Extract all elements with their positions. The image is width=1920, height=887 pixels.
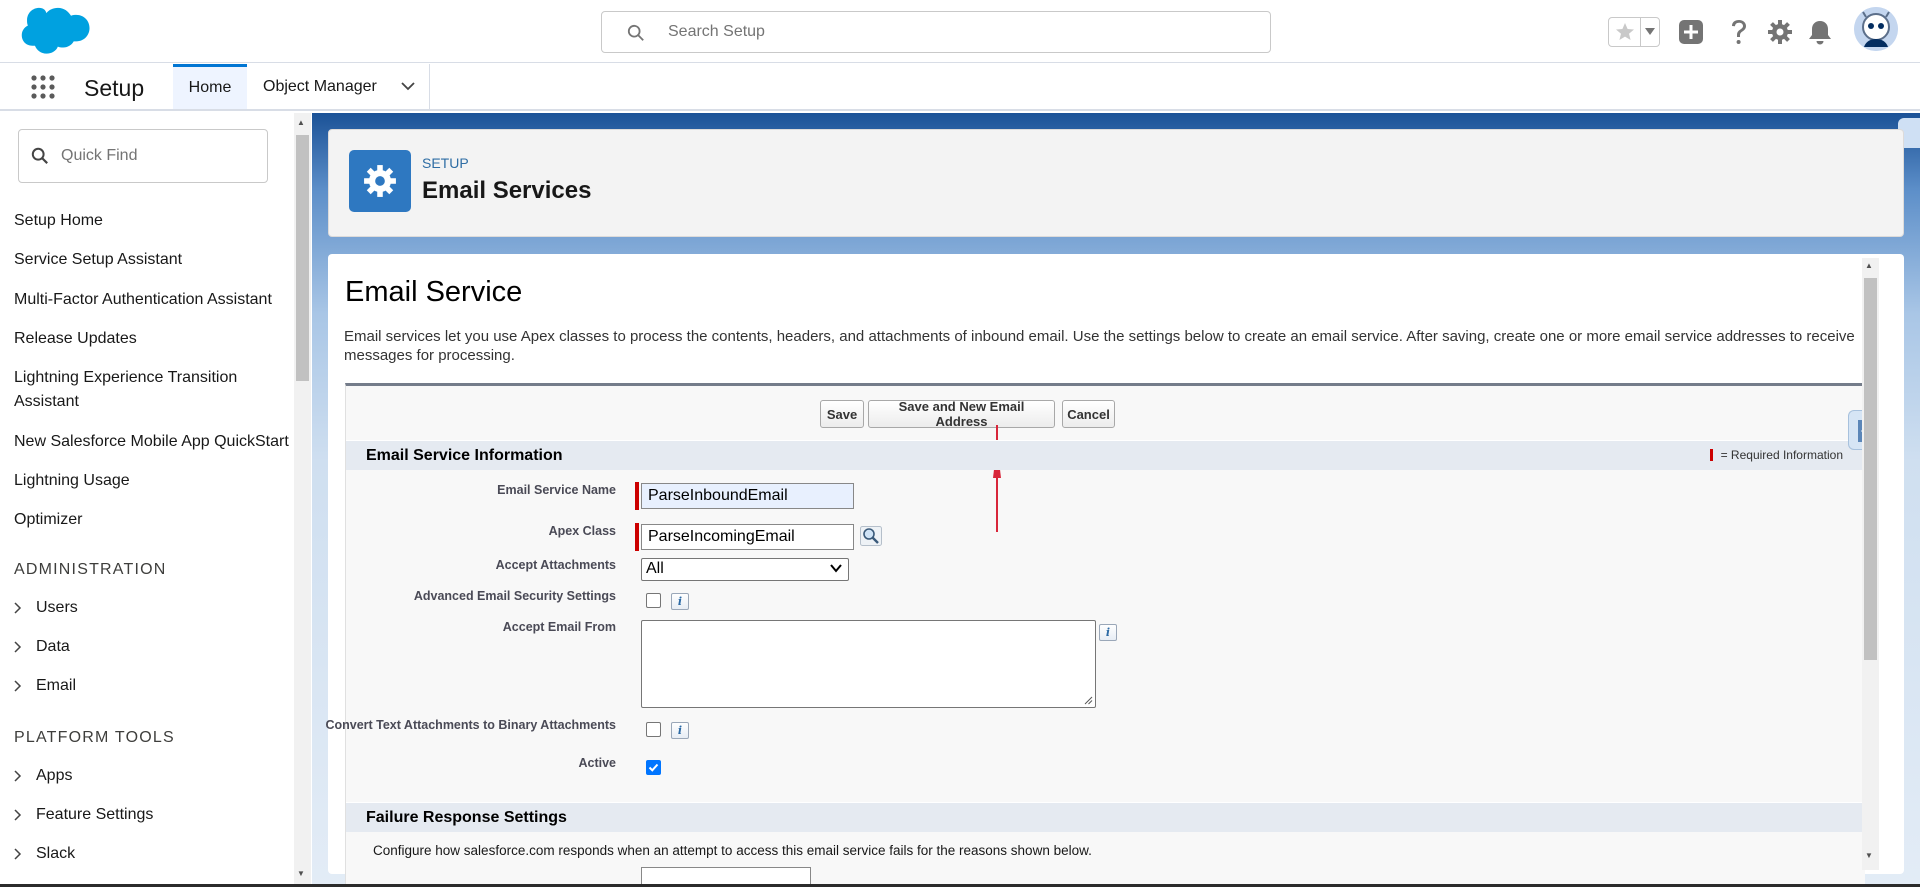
content-description: Email services let you use Apex classes … [344, 328, 1855, 364]
sidebar-tree-slack[interactable]: Slack [14, 845, 75, 863]
sidebar-tree-label: Feature Settings [36, 806, 154, 823]
apex-class-input[interactable] [641, 524, 854, 550]
apex-class-label: Apex Class [548, 524, 616, 538]
sidebar-link-service-setup-assistant[interactable]: Service Setup Assistant [14, 248, 294, 272]
chevron-right-icon[interactable] [14, 809, 36, 821]
tab-object-manager[interactable]: Object Manager [248, 64, 430, 109]
chevron-down-icon [830, 564, 842, 573]
required-marker [1709, 449, 1713, 461]
accept-attachments-label: Accept Attachments [495, 558, 616, 572]
required-marker [635, 482, 639, 510]
sidebar-link-lex-transition-assistant[interactable]: Lightning Experience Transition Assistan… [14, 366, 264, 414]
save-button[interactable]: Save [820, 400, 864, 428]
sidebar-tree-users[interactable]: Users [14, 599, 78, 617]
sidebar-tree-email[interactable]: Email [14, 677, 76, 695]
checkmark-icon [648, 763, 659, 772]
sidebar-tree-label: Slack [36, 845, 76, 862]
sidebar-heading-administration: ADMINISTRATION [14, 561, 167, 578]
setup-search-input[interactable] [666, 12, 1246, 52]
required-legend: = Required Information [1709, 448, 1843, 462]
page-eyebrow: SETUP [422, 155, 469, 171]
global-header [0, 0, 1920, 63]
accept-email-from-textarea[interactable] [641, 620, 1096, 708]
advanced-security-checkbox[interactable] [646, 593, 661, 608]
search-icon [627, 24, 644, 41]
email-service-name-label: Email Service Name [497, 483, 616, 497]
resize-grip-icon[interactable] [1083, 695, 1093, 705]
sidebar-tree-label: Data [36, 638, 70, 655]
required-marker [635, 523, 639, 551]
active-checkbox[interactable] [646, 760, 661, 775]
required-legend-text: = Required Information [1720, 448, 1843, 462]
sidebar-tree-label: Email [36, 677, 77, 694]
sidebar-tree-apps[interactable]: Apps [14, 767, 72, 785]
setup-gear-icon [349, 150, 411, 212]
sidebar-link-mobile-quickstart[interactable]: New Salesforce Mobile App QuickStart [14, 430, 294, 454]
advanced-security-label: Advanced Email Security Settings [413, 589, 616, 603]
page-title: Email Services [422, 177, 592, 204]
section-title: Email Service Information [366, 447, 563, 464]
chevron-right-icon[interactable] [14, 770, 36, 782]
info-icon[interactable]: i [671, 722, 689, 739]
page-header: SETUP Email Services [328, 129, 1904, 237]
setup-gear-icon[interactable] [1766, 18, 1794, 46]
scroll-down-icon[interactable]: ▼ [1865, 851, 1873, 860]
notifications-bell-icon[interactable] [1806, 18, 1834, 46]
sidebar-tree-feature-settings[interactable]: Feature Settings [14, 806, 153, 824]
accept-attachments-value: All [646, 560, 664, 577]
chevron-right-icon[interactable] [14, 848, 36, 860]
chevron-right-icon[interactable] [14, 641, 36, 653]
chevron-right-icon[interactable] [14, 602, 36, 614]
sidebar-heading-platform-tools: PLATFORM TOOLS [14, 729, 175, 746]
scroll-up-icon[interactable]: ▲ [1865, 261, 1873, 270]
sidebar-tree-label: Users [36, 599, 78, 616]
scroll-down-icon[interactable]: ▼ [297, 869, 305, 878]
user-avatar[interactable] [1854, 7, 1898, 51]
sidebar-scrollbar-thumb[interactable] [296, 135, 309, 381]
sidebar-link-mfa-assistant[interactable]: Multi-Factor Authentication Assistant [14, 288, 294, 312]
salesforce-logo-icon[interactable] [20, 7, 92, 57]
scroll-up-icon[interactable]: ▲ [297, 118, 305, 127]
section-failure-response-settings: Failure Response Settings [346, 802, 1865, 832]
info-icon[interactable]: i [1099, 624, 1117, 641]
section-email-service-information: Email Service Information = Required Inf… [346, 440, 1865, 470]
quick-find-input[interactable] [59, 130, 259, 182]
chevron-right-icon[interactable] [14, 680, 36, 692]
content-scrollbar-thumb[interactable] [1864, 278, 1877, 660]
sidebar-link-lightning-usage[interactable]: Lightning Usage [14, 469, 294, 493]
convert-text-attachments-checkbox[interactable] [646, 722, 661, 737]
search-icon [31, 147, 48, 164]
cancel-button[interactable]: Cancel [1062, 400, 1115, 428]
app-nav-bar: Setup Home Object Manager [0, 64, 1920, 111]
sidebar-link-release-updates[interactable]: Release Updates [14, 327, 294, 351]
info-icon[interactable]: i [671, 593, 689, 610]
setup-sidebar: Setup Home Service Setup Assistant Multi… [0, 113, 312, 887]
save-and-new-email-address-button[interactable]: Save and New Email Address [868, 399, 1055, 429]
help-icon[interactable] [1725, 18, 1753, 46]
active-label: Active [578, 756, 616, 770]
chevron-down-icon[interactable] [401, 81, 415, 91]
tab-object-manager-label: Object Manager [263, 77, 377, 95]
sidebar-tree-label: Apps [36, 767, 73, 784]
quick-find-box[interactable] [18, 129, 268, 183]
app-name: Setup [84, 75, 145, 101]
failure-response-description: Configure how salesforce.com responds wh… [373, 843, 1092, 858]
sidebar-link-optimizer[interactable]: Optimizer [14, 508, 294, 532]
global-actions-plus-icon[interactable] [1677, 18, 1705, 46]
accept-email-from-label: Accept Email From [502, 620, 616, 634]
app-launcher-icon[interactable] [30, 74, 56, 100]
content-title: Email Service [345, 276, 523, 308]
favorites-control[interactable] [1608, 17, 1660, 47]
email-service-name-input[interactable] [641, 483, 854, 509]
convert-text-attachments-label: Convert Text Attachments to Binary Attac… [325, 718, 616, 732]
tab-home[interactable]: Home [173, 64, 247, 109]
favorites-dropdown-icon[interactable] [1641, 18, 1659, 46]
sidebar-tree-data[interactable]: Data [14, 638, 70, 656]
sidebar-link-setup-home[interactable]: Setup Home [14, 209, 294, 233]
setup-search-box[interactable] [601, 11, 1271, 53]
favorites-star-icon[interactable] [1609, 18, 1641, 46]
section-title: Failure Response Settings [366, 809, 567, 826]
accept-attachments-select[interactable]: All [641, 558, 849, 581]
lookup-magnifier-icon[interactable] [860, 526, 882, 546]
